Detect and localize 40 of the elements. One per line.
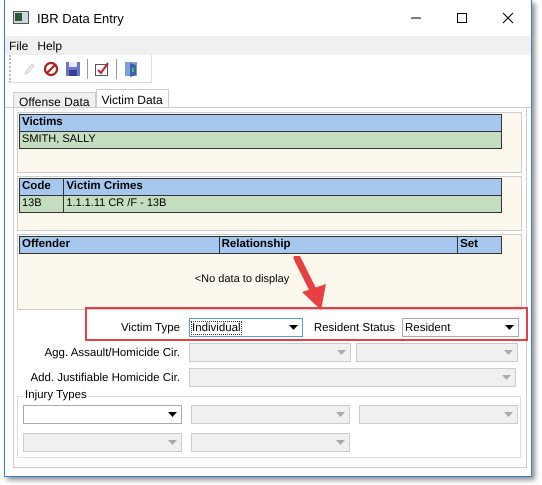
column-header[interactable]: Code (19, 178, 64, 196)
column-header[interactable]: Victims (19, 114, 502, 132)
door-icon[interactable] (123, 60, 139, 76)
caret-icon (336, 440, 345, 445)
dropdown[interactable] (23, 405, 182, 424)
victim-type-dropdown[interactable]: Individual (189, 318, 303, 337)
menu-item[interactable]: File (9, 38, 28, 52)
caret-icon (504, 412, 513, 417)
empty-message: <No data to display (194, 273, 290, 285)
tab[interactable]: Offense Data (13, 92, 96, 107)
caret-icon (337, 350, 346, 355)
caret-icon (168, 440, 177, 445)
field-label: Add. Justifiable Homicide Cir. (29, 372, 180, 384)
resident-status-dropdown[interactable]: Resident (402, 318, 519, 337)
tab[interactable]: Victim Data (96, 89, 169, 107)
field-label: Agg. Assault/Homicide Cir. (43, 346, 180, 358)
table-cell[interactable]: 1.1.1.11 CR /F - 13B (63, 196, 502, 213)
save-icon[interactable] (65, 60, 81, 76)
field-label: Victim Type (120, 322, 180, 334)
caret-icon (168, 412, 177, 417)
caret-icon (502, 375, 511, 380)
group-title: Injury Types (24, 389, 88, 401)
field-label: Resident Status (312, 322, 395, 334)
maximize-icon[interactable] (456, 12, 468, 24)
caret-icon (336, 412, 345, 417)
caret-icon (289, 325, 298, 330)
table-cell[interactable]: 13B (19, 196, 64, 213)
column-header[interactable]: Victim Crimes (63, 178, 502, 196)
column-header[interactable]: Offender (19, 236, 220, 254)
caret-icon (504, 350, 513, 355)
checkbox-icon[interactable] (94, 60, 110, 76)
window-title: IBR Data Entry (37, 10, 124, 26)
cancel-icon[interactable] (43, 60, 59, 76)
caret-icon (505, 325, 514, 330)
column-header[interactable]: Set (457, 236, 502, 254)
column-header[interactable]: Relationship (218, 236, 458, 254)
window-app-icon (13, 11, 29, 25)
menu-item[interactable]: Help (37, 38, 62, 52)
close-icon[interactable] (502, 12, 514, 24)
table-cell[interactable]: SMITH, SALLY (19, 132, 502, 149)
